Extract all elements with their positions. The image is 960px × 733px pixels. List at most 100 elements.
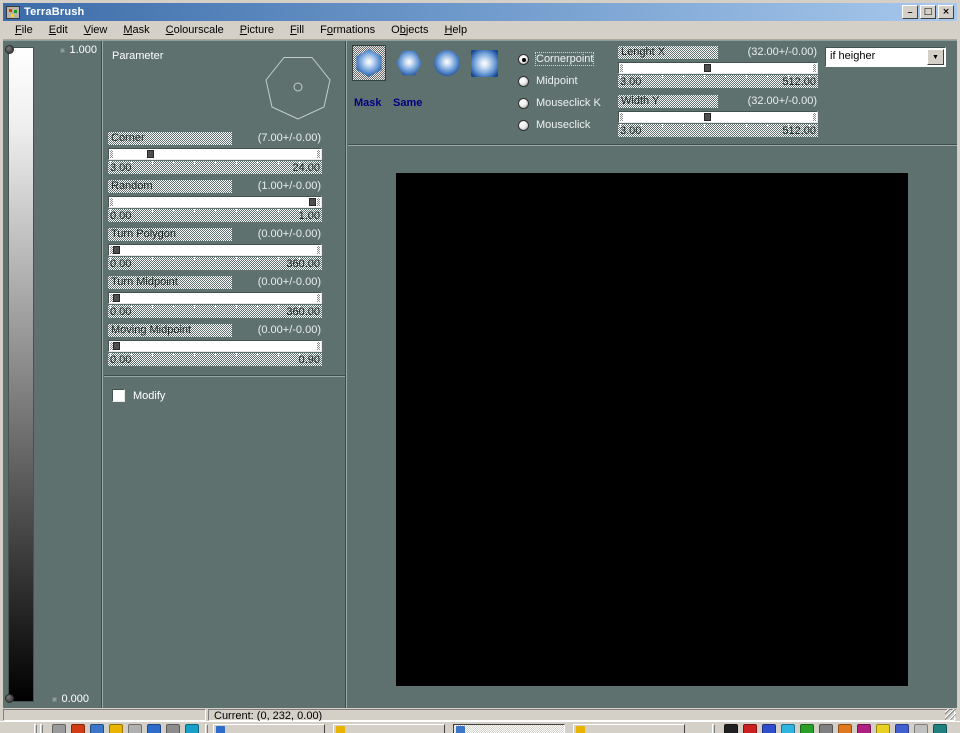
colourscale-panel: 1.000 0.000: [3, 41, 101, 709]
corner-slider-thumb[interactable]: [147, 150, 154, 158]
moving-midpoint-slider-value: (0.00+/-0.00): [258, 324, 321, 336]
status-bar: Current: (0, 232, 0.00): [3, 708, 957, 721]
task-button-icon: [216, 726, 225, 733]
taskbar-icon[interactable]: [781, 724, 795, 733]
taskbar-grip[interactable]: [34, 724, 37, 733]
chevron-down-icon[interactable]: ▼: [927, 49, 944, 65]
taskbar-icon[interactable]: [90, 724, 104, 733]
length-slider-thumb[interactable]: [704, 64, 711, 72]
length-slider-value: (32.00+/-0.00): [748, 46, 817, 58]
turn-midpoint-slider-thumb[interactable]: [113, 294, 120, 302]
same-link[interactable]: Same: [393, 97, 422, 109]
taskbar-icon[interactable]: [914, 724, 928, 733]
width-slider[interactable]: [618, 111, 818, 123]
scale-bottom-label: 0.000: [52, 693, 89, 705]
taskbar-icon[interactable]: [128, 724, 142, 733]
terrain-canvas[interactable]: [396, 173, 908, 686]
taskbar-grip[interactable]: [712, 724, 715, 733]
taskbar-icon[interactable]: [762, 724, 776, 733]
taskbar-icon[interactable]: [724, 724, 738, 733]
hexagon-brush-button[interactable]: [352, 45, 386, 81]
corner-slider[interactable]: [108, 148, 322, 160]
taskbar-task-button[interactable]: [573, 724, 685, 733]
title-bar: TerraBrush _ □ ×: [3, 3, 957, 21]
taskbar-icon[interactable]: [71, 724, 85, 733]
close-button[interactable]: ×: [938, 5, 954, 19]
random-slider-thumb[interactable]: [309, 198, 316, 206]
radio-mouseclick[interactable]: Mouseclick: [518, 118, 590, 132]
menu-view[interactable]: View: [76, 24, 116, 36]
moving-midpoint-slider-label: Moving Midpoint: [108, 324, 232, 337]
menu-help[interactable]: Help: [436, 24, 475, 36]
random-slider-value: (1.00+/-0.00): [258, 180, 321, 192]
moving-midpoint-slider[interactable]: [108, 340, 322, 352]
taskbar-icon[interactable]: [147, 724, 161, 733]
width-slider-value: (32.00+/-0.00): [748, 95, 817, 107]
taskbar-task-button[interactable]: [213, 724, 325, 733]
quick-launch: [52, 724, 199, 733]
heptagon-brush-button[interactable]: [392, 45, 426, 81]
turn-polygon-slider-thumb[interactable]: [113, 246, 120, 254]
taskbar-task-button[interactable]: [333, 724, 445, 733]
radio-cornerpoint[interactable]: Cornerpoint: [518, 52, 593, 66]
taskbar-icon[interactable]: [876, 724, 890, 733]
turn-polygon-slider[interactable]: [108, 244, 322, 256]
menu-fill[interactable]: Fill: [282, 24, 312, 36]
taskbar-icon[interactable]: [838, 724, 852, 733]
window-title: TerraBrush: [24, 6, 84, 18]
colourscale-gradient[interactable]: [8, 47, 34, 702]
width-slider-thumb[interactable]: [704, 113, 711, 121]
task-button-icon: [456, 726, 465, 733]
mask-link[interactable]: Mask: [354, 97, 382, 109]
radio-icon: [518, 76, 529, 87]
menu-colourscale[interactable]: Colourscale: [158, 24, 232, 36]
taskbar-icon[interactable]: [895, 724, 909, 733]
radio-icon: [518, 54, 529, 65]
corner-slider-label: Corner: [108, 132, 232, 145]
menu-picture[interactable]: Picture: [232, 24, 282, 36]
taskbar-icon[interactable]: [166, 724, 180, 733]
divider: [104, 375, 347, 377]
taskbar-grip[interactable]: [40, 724, 43, 733]
taskbar-icon[interactable]: [857, 724, 871, 733]
taskbar-icon[interactable]: [185, 724, 199, 733]
taskbar-icon[interactable]: [52, 724, 66, 733]
radio-icon: [518, 98, 529, 109]
menu-mask[interactable]: Mask: [115, 24, 157, 36]
taskbar-icon[interactable]: [109, 724, 123, 733]
maximize-button[interactable]: □: [920, 5, 936, 19]
taskbar-icon[interactable]: [800, 724, 814, 733]
app-icon: [6, 6, 20, 19]
length-slider-label: Lenght X: [618, 46, 718, 59]
random-slider[interactable]: [108, 196, 322, 208]
taskbar-buttons: [213, 724, 685, 733]
brush-toolbar: Mask Same Cornerpoint Midpoint Mouseclic…: [348, 41, 957, 144]
minimize-button[interactable]: _: [902, 5, 918, 19]
length-slider[interactable]: [618, 62, 818, 74]
menu-file[interactable]: File: [7, 24, 41, 36]
blend-mode-dropdown[interactable]: if heigher ▼: [825, 47, 946, 67]
radio-mouseclick-k[interactable]: Mouseclick K: [518, 96, 601, 110]
gradient-bottom-marker[interactable]: [5, 694, 14, 703]
taskbar-icon[interactable]: [743, 724, 757, 733]
taskbar-grip[interactable]: [205, 724, 208, 733]
turn-polygon-slider-value: (0.00+/-0.00): [258, 228, 321, 240]
circle-brush-button[interactable]: [430, 45, 464, 81]
square-brush-button[interactable]: [467, 45, 501, 81]
taskbar-task-button[interactable]: [453, 724, 565, 733]
menu-edit[interactable]: Edit: [41, 24, 76, 36]
divider: [345, 41, 347, 709]
radio-midpoint[interactable]: Midpoint: [518, 74, 578, 88]
gradient-top-marker[interactable]: [5, 45, 14, 54]
menu-formations[interactable]: Formations: [312, 24, 383, 36]
taskbar-icon[interactable]: [933, 724, 947, 733]
taskbar-icon[interactable]: [819, 724, 833, 733]
turn-midpoint-slider[interactable]: [108, 292, 322, 304]
menu-objects[interactable]: Objects: [383, 24, 436, 36]
divider: [101, 41, 103, 709]
width-slider-label: Width Y: [618, 95, 718, 108]
resize-grip[interactable]: [945, 709, 956, 720]
modify-checkbox[interactable]: [112, 389, 125, 402]
radio-icon: [518, 120, 529, 131]
moving-midpoint-slider-thumb[interactable]: [113, 342, 120, 350]
